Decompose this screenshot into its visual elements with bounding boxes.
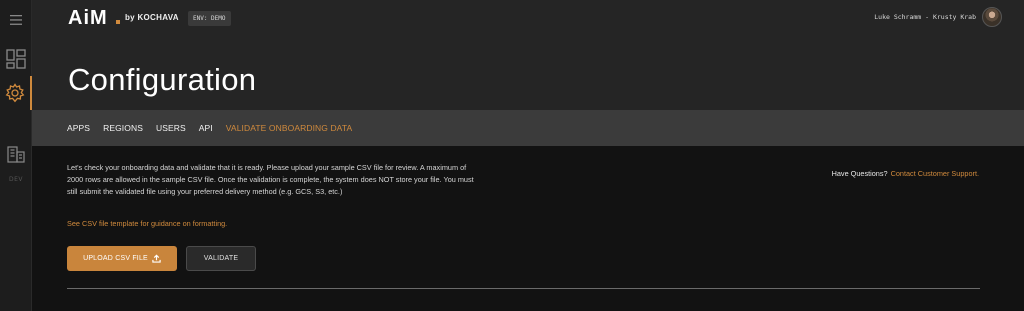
tab-api[interactable]: API [199,123,213,133]
env-badge: ENV: DEMO [188,11,231,26]
gear-icon[interactable] [0,76,32,110]
brand-logo[interactable]: AiM by KOCHAVA [68,6,179,28]
user-name[interactable]: Luke Schramm - Krusty Krab [874,13,976,21]
upload-icon [152,254,161,263]
tab-apps[interactable]: APPS [67,123,90,133]
sidebar: DEV [0,0,32,311]
dashboard-icon[interactable] [0,46,32,72]
config-tabs: APPS REGIONS USERS API VALIDATE ONBOARDI… [32,110,1024,146]
tab-regions[interactable]: REGIONS [103,123,143,133]
divider [67,288,980,289]
csv-template-link[interactable]: See CSV file template for guidance on fo… [67,219,227,228]
help-text: Have Questions? Contact Customer Support. [832,169,979,178]
hamburger-menu-icon[interactable] [0,10,32,30]
tab-users[interactable]: USERS [156,123,186,133]
page-title: Configuration [68,62,257,97]
building-icon[interactable] [0,142,32,166]
aim-logo-icon: AiM [68,7,120,28]
main-content: Let's check your onboarding data and val… [32,146,1024,311]
brand-by-text: by KOCHAVA [125,12,179,22]
svg-text:AiM: AiM [68,7,108,28]
upload-csv-label: UPLOAD CSV FILE [83,255,148,262]
env-label: DEV [8,176,23,183]
validate-button[interactable]: VALIDATE [186,246,256,271]
contact-support-link[interactable]: Contact Customer Support. [891,169,979,178]
upload-csv-button[interactable]: UPLOAD CSV FILE [67,246,177,271]
intro-text: Let's check your onboarding data and val… [67,163,474,197]
page-header: AiM by KOCHAVA ENV: DEMO Luke Schramm - … [32,0,1024,110]
tab-validate-onboarding-data[interactable]: VALIDATE ONBOARDING DATA [226,123,352,133]
avatar[interactable] [982,7,1002,27]
help-question: Have Questions? [831,169,888,178]
validate-label: VALIDATE [203,255,239,262]
